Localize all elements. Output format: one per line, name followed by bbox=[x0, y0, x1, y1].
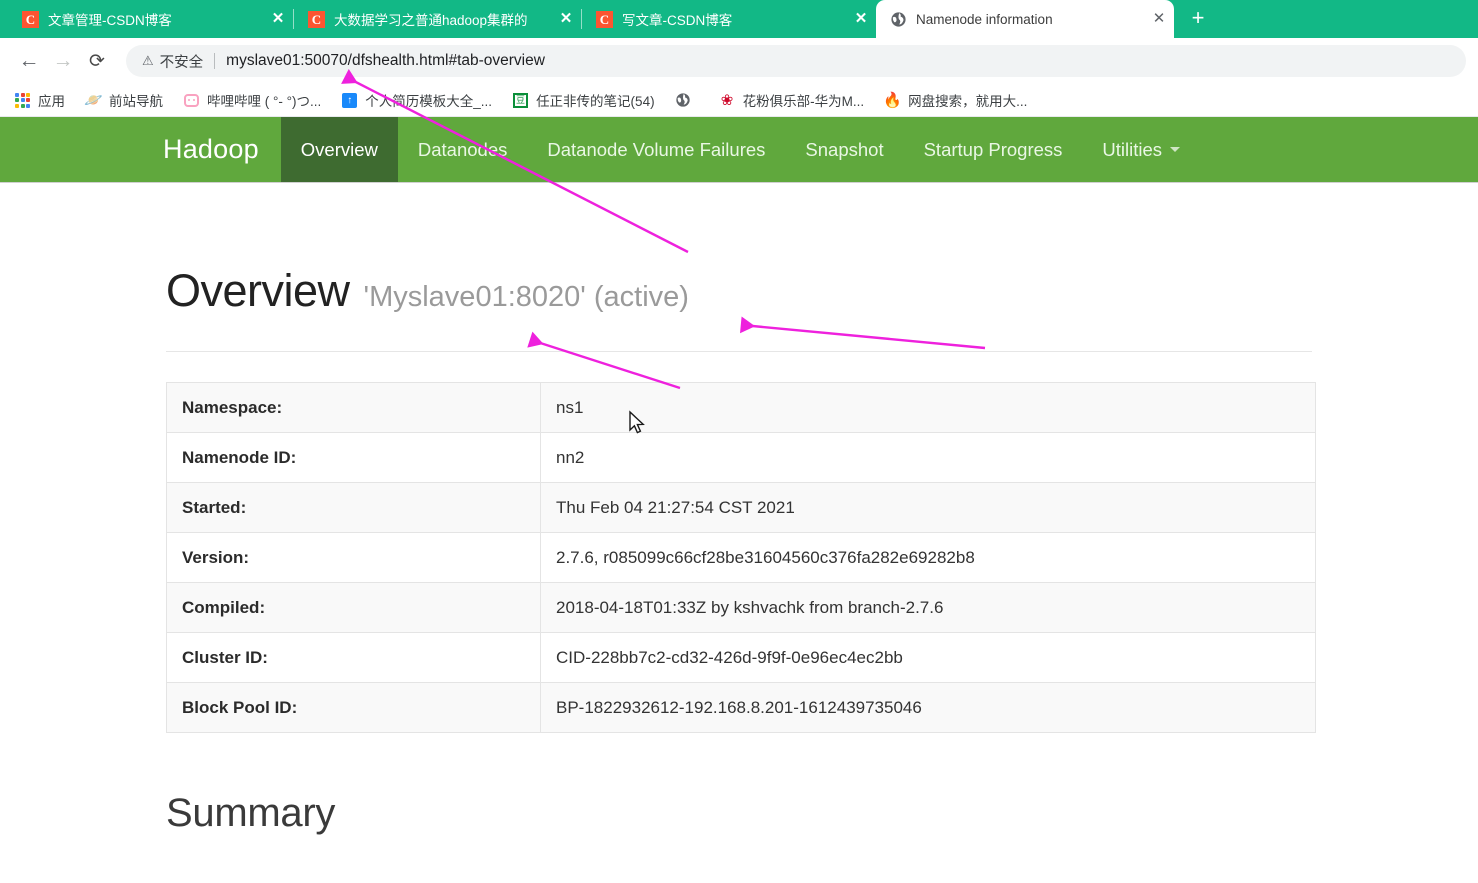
row-key: Cluster ID: bbox=[166, 632, 541, 683]
bookmark-resume[interactable]: ↑ 个人简历模板大全_... bbox=[341, 90, 492, 110]
nav-label: Datanode Volume Failures bbox=[547, 138, 766, 160]
bookmarks-bar: 应用 🪐 前站导航 哔哩哔哩 ( °- °)つ... ↑ 个人简历模板大全_..… bbox=[0, 84, 1478, 117]
row-key: Block Pool ID: bbox=[166, 682, 541, 733]
table-row: Block Pool ID: BP-1822932612-192.168.8.2… bbox=[166, 682, 1316, 733]
table-row: Cluster ID: CID-228bb7c2-cd32-426d-9f9f-… bbox=[166, 632, 1316, 683]
row-value: CID-228bb7c2-cd32-426d-9f9f-0e96ec4ec2bb bbox=[540, 632, 1316, 683]
nav-label: Snapshot bbox=[805, 138, 884, 160]
bookmark-nav[interactable]: 🪐 前站导航 bbox=[84, 90, 163, 110]
page-header: Overview 'Myslave01:8020' (active) bbox=[166, 265, 1478, 317]
tab-title: 文章管理-CSDN博客 bbox=[48, 13, 172, 28]
new-tab-button[interactable]: + bbox=[1182, 3, 1214, 35]
nav-label: Startup Progress bbox=[923, 138, 1063, 160]
row-value: Thu Feb 04 21:27:54 CST 2021 bbox=[540, 482, 1316, 533]
csdn-icon: C bbox=[596, 10, 613, 28]
close-icon[interactable]: ✕ bbox=[557, 10, 575, 28]
forward-icon[interactable]: → bbox=[46, 44, 80, 78]
browser-tab-1[interactable]: C 大数据学习之普通hadoop集群的 ✕ bbox=[294, 0, 581, 38]
bookmark-douban[interactable]: 豆 任正非传的笔记(54) bbox=[512, 90, 655, 110]
bookmark-label: 个人简历模板大全_... bbox=[365, 94, 493, 109]
row-key: Started: bbox=[166, 482, 541, 533]
nav-label: Overview bbox=[300, 138, 378, 160]
planet-icon: 🪐 bbox=[84, 92, 103, 109]
globe-icon bbox=[675, 92, 692, 109]
browser-window: C 文章管理-CSDN博客 ✕ C 大数据学习之普通hadoop集群的 ✕ C … bbox=[0, 0, 1478, 883]
reload-icon[interactable]: ⟳ bbox=[80, 44, 114, 78]
browser-toolbar: ← → ⟳ ⚠ 不安全 myslave01:50070/dfshealth.ht… bbox=[0, 38, 1478, 84]
douban-icon: 豆 bbox=[512, 92, 529, 109]
table-row: Namespace: ns1 bbox=[166, 382, 1316, 433]
table-row: Version: 2.7.6, r085099c66cf28be31604560… bbox=[166, 532, 1316, 583]
tab-title: 大数据学习之普通hadoop集群的 bbox=[334, 13, 528, 28]
globe-icon bbox=[890, 11, 907, 28]
row-value: ns1 bbox=[540, 382, 1316, 433]
close-icon[interactable]: ✕ bbox=[1150, 10, 1168, 28]
huawei-icon: ❀ bbox=[720, 92, 734, 109]
table-row: Started: Thu Feb 04 21:27:54 CST 2021 bbox=[166, 482, 1316, 533]
bookmark-label: 任正非传的笔记(54) bbox=[536, 94, 655, 109]
bookmark-label: 哔哩哔哩 ( °- °)つ... bbox=[207, 94, 322, 109]
tab-title: Namenode information bbox=[916, 11, 1053, 27]
row-value: nn2 bbox=[540, 432, 1316, 483]
back-icon[interactable]: ← bbox=[12, 44, 46, 78]
bookmark-apps[interactable]: 应用 bbox=[14, 90, 65, 110]
summary-title: Summary bbox=[166, 791, 336, 835]
page-subtitle: 'Myslave01:8020' (active) bbox=[363, 281, 689, 313]
overview-info-table: Namespace: ns1 Namenode ID: nn2 Started:… bbox=[166, 382, 1316, 733]
chevron-down-icon bbox=[1170, 147, 1181, 152]
address-bar[interactable]: ⚠ 不安全 myslave01:50070/dfshealth.html#tab… bbox=[126, 45, 1466, 77]
address-bar-divider bbox=[214, 53, 216, 69]
security-status-label: 不安全 bbox=[159, 54, 204, 71]
nav-label: Utilities bbox=[1102, 138, 1163, 160]
nav-item-overview[interactable]: Overview bbox=[280, 117, 398, 182]
csdn-icon: C bbox=[308, 10, 325, 28]
tab-title: 写文章-CSDN博客 bbox=[622, 13, 733, 28]
hadoop-navbar: Hadoop Overview Datanodes Datanode Volum… bbox=[0, 117, 1478, 183]
url-text[interactable]: myslave01:50070/dfshealth.html#tab-overv… bbox=[226, 52, 545, 70]
close-icon[interactable]: ✕ bbox=[852, 10, 870, 28]
close-icon[interactable]: ✕ bbox=[269, 10, 287, 28]
row-value: BP-1822932612-192.168.8.201-161243973504… bbox=[540, 682, 1316, 733]
nav-item-utilities[interactable]: Utilities bbox=[1082, 117, 1200, 182]
header-divider bbox=[166, 351, 1312, 352]
bookmark-huawei[interactable]: ❀ 花粉俱乐部-华为M... bbox=[719, 90, 865, 110]
row-key: Compiled: bbox=[166, 582, 541, 633]
row-key: Namespace: bbox=[166, 382, 541, 433]
page-content: Overview 'Myslave01:8020' (active) Names… bbox=[0, 265, 1478, 836]
csdn-icon: C bbox=[22, 10, 39, 28]
warning-icon: ⚠ bbox=[142, 53, 154, 68]
table-row: Namenode ID: nn2 bbox=[166, 432, 1316, 483]
resume-icon: ↑ bbox=[341, 92, 358, 109]
nav-item-snapshot[interactable]: Snapshot bbox=[785, 117, 903, 182]
nav-item-datanodes[interactable]: Datanodes bbox=[398, 117, 527, 182]
nav-item-datanode-volume-failures[interactable]: Datanode Volume Failures bbox=[527, 117, 785, 182]
nav-label: Datanodes bbox=[417, 138, 508, 160]
bookmark-label: 网盘搜索，就用大... bbox=[908, 94, 1028, 109]
bookmark-label: 前站导航 bbox=[109, 94, 163, 109]
apps-grid-icon bbox=[14, 92, 31, 109]
browser-tab-strip: C 文章管理-CSDN博客 ✕ C 大数据学习之普通hadoop集群的 ✕ C … bbox=[0, 0, 1478, 38]
browser-tab-2[interactable]: C 写文章-CSDN博客 ✕ bbox=[582, 0, 876, 38]
table-row: Compiled: 2018-04-18T01:33Z by kshvachk … bbox=[166, 582, 1316, 633]
page-title: Overview bbox=[166, 265, 350, 316]
browser-tab-3[interactable]: Namenode information ✕ bbox=[876, 0, 1174, 38]
row-key: Namenode ID: bbox=[166, 432, 541, 483]
bookmark-label: 花粉俱乐部-华为M... bbox=[742, 94, 865, 109]
bookmark-globe[interactable] bbox=[675, 92, 699, 109]
bookmark-netdisk[interactable]: 🔥 网盘搜索，就用大... bbox=[883, 90, 1028, 110]
bookmark-bilibili[interactable]: 哔哩哔哩 ( °- °)つ... bbox=[183, 90, 321, 110]
nav-item-startup-progress[interactable]: Startup Progress bbox=[904, 117, 1083, 182]
bookmark-label: 应用 bbox=[38, 94, 65, 109]
flame-icon: 🔥 bbox=[883, 92, 902, 109]
bilibili-icon bbox=[183, 92, 200, 109]
row-key: Version: bbox=[166, 532, 541, 583]
hadoop-brand[interactable]: Hadoop bbox=[0, 117, 281, 182]
row-value: 2.7.6, r085099c66cf28be31604560c376fa282… bbox=[540, 532, 1316, 583]
browser-tab-0[interactable]: C 文章管理-CSDN博客 ✕ bbox=[8, 0, 293, 38]
row-value: 2018-04-18T01:33Z by kshvachk from branc… bbox=[540, 582, 1316, 633]
